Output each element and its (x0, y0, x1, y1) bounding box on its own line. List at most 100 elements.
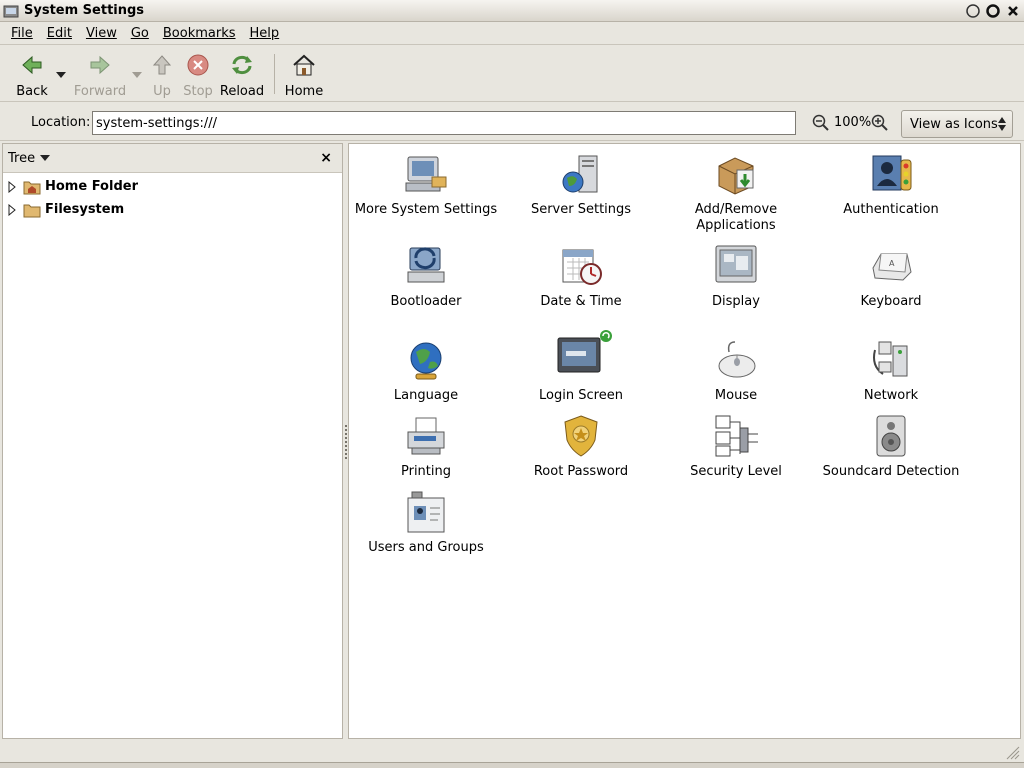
item-label: Server Settings (530, 202, 632, 217)
sidebar-close-button[interactable]: × (320, 150, 332, 166)
item-network[interactable]: Network (816, 336, 966, 404)
item-label: Keyboard (860, 294, 922, 309)
folder-icon (23, 204, 41, 217)
item-label: Printing (400, 464, 451, 479)
badge-icon (564, 415, 598, 457)
resize-grip-icon[interactable] (1006, 746, 1020, 760)
forward-history-dropdown[interactable] (130, 46, 144, 102)
item-authentication[interactable]: Authentication (816, 150, 966, 218)
zoom-in-button[interactable] (871, 114, 889, 136)
expander-icon[interactable] (7, 180, 21, 193)
close-window-button[interactable] (1004, 2, 1022, 20)
sidebar-header: Tree × (3, 144, 342, 173)
sidebar-title[interactable]: Tree (8, 151, 35, 166)
toolbar-separator (274, 54, 275, 94)
minimize-icon (966, 4, 980, 18)
chevron-down-icon[interactable] (40, 155, 51, 161)
menu-help[interactable]: Help (243, 26, 287, 41)
location-input[interactable] (92, 111, 796, 135)
authentication-icon (872, 155, 912, 191)
menu-bookmarks[interactable]: Bookmarks (156, 26, 243, 41)
forward-label: Forward (73, 84, 127, 99)
item-add-remove-applications[interactable]: Add/Remove Applications (661, 150, 811, 234)
computer-settings-icon (405, 156, 447, 192)
item-users-and-groups[interactable]: Users and Groups (351, 488, 501, 556)
expander-icon[interactable] (7, 203, 21, 216)
item-display[interactable]: Display (661, 242, 811, 310)
package-icon (718, 157, 754, 195)
window-title: System Settings (24, 3, 145, 18)
item-label: Authentication (843, 202, 939, 217)
close-icon (1008, 6, 1018, 16)
menu-go[interactable]: Go (124, 26, 156, 41)
view-as-select[interactable]: View as Icons (901, 110, 1013, 138)
reload-label: Reload (219, 84, 265, 99)
monitor-icon (715, 245, 757, 283)
item-root-password[interactable]: Root Password (506, 412, 656, 480)
reload-button[interactable]: Reload (216, 46, 268, 102)
reload-icon (232, 55, 252, 75)
item-label: Bootloader (390, 294, 462, 309)
item-label: Login Screen (539, 388, 623, 403)
mouse-icon (718, 341, 756, 378)
item-soundcard-detection[interactable]: Soundcard Detection (816, 412, 966, 480)
item-label: Soundcard Detection (822, 464, 960, 479)
maximize-icon (986, 4, 1000, 18)
location-label: Location: (31, 115, 91, 130)
login-screen-icon (557, 330, 612, 373)
server-icon (562, 155, 598, 193)
item-label: Mouse (714, 388, 758, 403)
item-keyboard[interactable]: A Keyboard (816, 242, 966, 310)
chevron-down-icon (132, 72, 142, 78)
tree-item-home-folder[interactable]: Home Folder (3, 175, 342, 198)
home-button[interactable]: Home (281, 46, 327, 102)
zoom-out-button[interactable] (812, 114, 830, 136)
printer-icon (407, 417, 445, 455)
item-label: Add/Remove Applications (694, 202, 778, 233)
title-bar[interactable]: System Settings (0, 0, 1024, 22)
item-mouse[interactable]: Mouse (661, 336, 811, 404)
toolbar: Back Forward Up Stop Reload Home (0, 46, 1024, 102)
maximize-button[interactable] (984, 2, 1002, 20)
zoom-out-icon (812, 114, 829, 131)
forward-button[interactable]: Forward (70, 46, 130, 102)
item-label: Users and Groups (368, 540, 484, 555)
tree-item-label: Home Folder (45, 179, 138, 194)
home-icon (293, 54, 315, 76)
item-security-level[interactable]: Security Level (661, 412, 811, 480)
item-printing[interactable]: Printing (351, 412, 501, 480)
app-icon (3, 5, 19, 17)
bootloader-icon (407, 247, 445, 283)
up-arrow-icon (152, 55, 172, 75)
speaker-icon (876, 415, 906, 457)
keyboard-key-icon: A (872, 253, 912, 281)
tree-item-filesystem[interactable]: Filesystem (3, 198, 342, 221)
menu-file[interactable]: File (4, 26, 40, 41)
stop-button[interactable]: Stop (180, 46, 216, 102)
chevron-down-icon (56, 72, 66, 78)
item-login-screen[interactable]: Login Screen (506, 330, 656, 404)
location-bar: Location: 100% View as Icons (0, 103, 1024, 141)
menu-bar: File Edit View Go Bookmarks Help (0, 23, 1024, 45)
item-server-settings[interactable]: Server Settings (506, 150, 656, 218)
zoom-level[interactable]: 100% (834, 115, 871, 130)
item-label: Date & Time (540, 294, 622, 309)
item-language[interactable]: Language (351, 336, 501, 404)
calendar-clock-icon (562, 249, 602, 285)
home-label: Home (284, 84, 324, 99)
item-date-time[interactable]: Date & Time (506, 242, 656, 310)
item-label: Language (393, 388, 459, 403)
item-more-system-settings[interactable]: More System Settings (351, 150, 501, 218)
spin-arrows-icon (998, 117, 1006, 131)
up-button[interactable]: Up (144, 46, 180, 102)
item-bootloader[interactable]: Bootloader (351, 242, 501, 310)
svg-text:A: A (889, 259, 895, 268)
menu-view[interactable]: View (79, 26, 124, 41)
item-label: More System Settings (354, 202, 498, 217)
minimize-button[interactable] (964, 2, 982, 20)
back-history-dropdown[interactable] (54, 46, 68, 102)
up-label: Up (153, 84, 171, 99)
menu-edit[interactable]: Edit (40, 26, 79, 41)
back-button[interactable]: Back (10, 46, 54, 102)
security-level-icon (715, 415, 758, 457)
